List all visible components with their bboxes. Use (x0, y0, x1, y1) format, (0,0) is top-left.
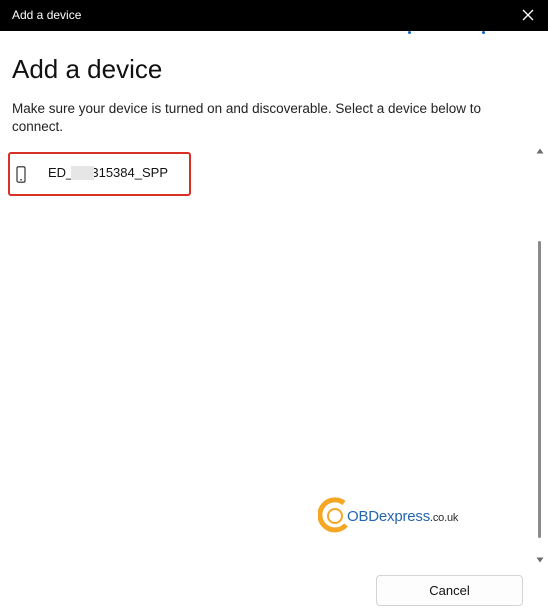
scroll-up-icon[interactable] (536, 147, 544, 155)
redacted-region (71, 166, 94, 180)
page-title: Add a device (12, 54, 163, 84)
scrollbar-thumb[interactable] (538, 241, 541, 538)
scrollbar[interactable] (535, 145, 545, 567)
watermark-domain: .co.uk (430, 512, 459, 524)
progress-dots (0, 30, 548, 38)
title-bar: Add a device (0, 0, 548, 31)
progress-dot (482, 31, 485, 34)
watermark: OBDexpress.co.uk (318, 497, 468, 535)
progress-dot (408, 31, 411, 34)
instructions-text: Make sure your device is turned on and d… (12, 101, 482, 134)
device-name: ED_ 30315384_SPP (48, 165, 168, 180)
phone-icon (16, 166, 26, 183)
close-icon[interactable] (520, 7, 536, 23)
cancel-button[interactable]: Cancel (376, 575, 523, 606)
scroll-down-icon[interactable] (536, 556, 544, 564)
watermark-text: OBDexpress.co.uk (347, 508, 458, 525)
watermark-brand: OBDexpress (347, 508, 431, 525)
window-title: Add a device (12, 8, 82, 22)
device-item[interactable]: ED_ 30315384_SPP (8, 152, 191, 196)
